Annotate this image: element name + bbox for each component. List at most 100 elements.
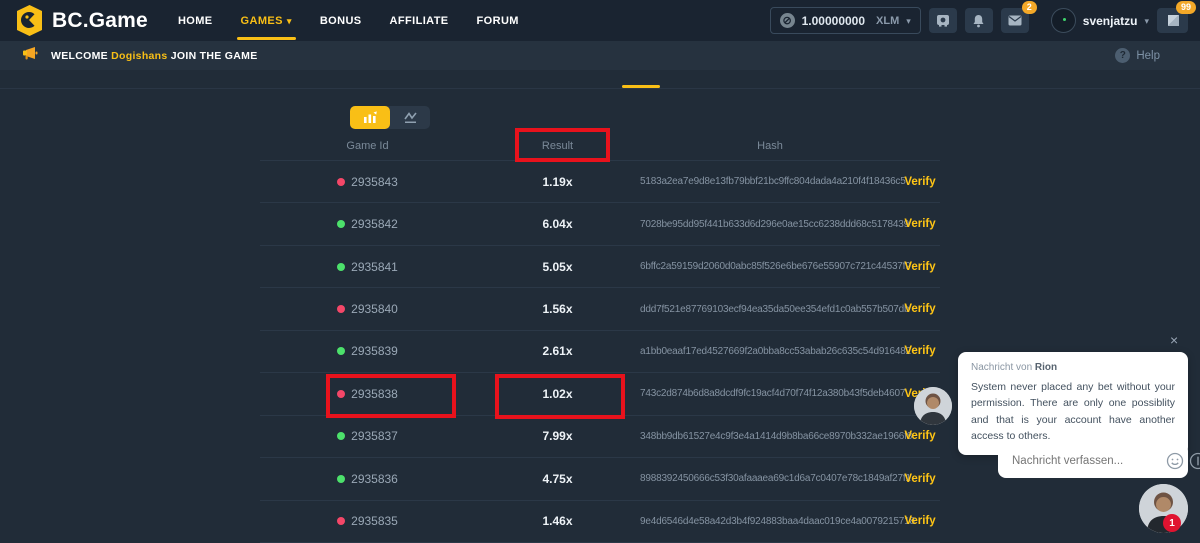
chevron-down-icon: ▾ xyxy=(1144,17,1149,26)
hash-value: 348bb9db61527e4c9f3e4a1414d9b8ba66ce8970… xyxy=(640,431,900,442)
welcome-text: WELCOME Dogishans JOIN THE GAME xyxy=(51,50,258,62)
result-value: 4.75x xyxy=(475,472,640,486)
vault-icon xyxy=(936,14,950,27)
game-id-cell: 2935839 xyxy=(260,344,475,358)
nav-item-affiliate[interactable]: AFFILIATE xyxy=(390,0,449,41)
mail-badge: 2 xyxy=(1022,1,1037,14)
chat-input-box xyxy=(998,443,1188,478)
table-row[interactable]: 2935843 1.19x 5183a2ea7e9d8e13fb79bbf21b… xyxy=(260,161,940,203)
hash-value: 6bffc2a59159d2060d0abc85f526e6be676e5590… xyxy=(640,261,900,272)
table-row[interactable]: 2935837 7.99x 348bb9db61527e4c9f3e4a1414… xyxy=(260,416,940,458)
trend-view-button[interactable] xyxy=(390,106,430,129)
messages-button[interactable]: 2 xyxy=(1001,8,1029,33)
col-header-hash: Hash xyxy=(640,140,900,152)
chat-message-input[interactable] xyxy=(1012,455,1166,467)
nav-item-bonus[interactable]: BONUS xyxy=(320,0,362,41)
table-header-row: Game Id Result Hash xyxy=(260,131,940,161)
hash-value: ddd7f521e87769103ecf94ea35da50ee354efd1c… xyxy=(640,304,900,315)
notifications-button[interactable] xyxy=(965,8,993,33)
table-row[interactable]: 2935841 5.05x 6bffc2a59159d2060d0abc85f5… xyxy=(260,246,940,288)
table-view-button[interactable] xyxy=(350,106,390,129)
user-avatar xyxy=(1051,8,1076,33)
game-id-value: 2935842 xyxy=(351,217,398,231)
sender-name: Rion xyxy=(1035,362,1057,373)
game-id-cell: 2935837 xyxy=(260,429,475,443)
game-id-value: 2935840 xyxy=(351,302,398,316)
hash-value: 9e4d6546d4e58a42d3b4f924883baa4daac019ce… xyxy=(640,516,900,527)
verify-link[interactable]: Verify xyxy=(900,218,940,230)
chat-bubble-icon xyxy=(1166,14,1180,27)
game-history-table: Game Id Result Hash 2935843 1.19x 5183a2… xyxy=(260,131,940,543)
table-row[interactable]: 2935838 1.02x 743c2d874b6d8a8dcdf9fc19ac… xyxy=(260,373,940,415)
table-row[interactable]: 2935840 1.56x ddd7f521e87769103ecf94ea35… xyxy=(260,288,940,330)
nav-item-games[interactable]: GAMES▾ xyxy=(241,0,292,41)
envelope-icon xyxy=(1008,15,1022,26)
header-right: ⊘ 1.00000000 XLM ▾ 2 xyxy=(770,7,1188,34)
help-button[interactable]: ? Help xyxy=(1115,48,1160,63)
verify-link[interactable]: Verify xyxy=(900,473,940,485)
status-dot xyxy=(337,475,345,483)
hash-value: 743c2d874b6d8a8dcdf9fc19acf4d70f74f12a38… xyxy=(640,388,900,399)
game-id-cell: 2935842 xyxy=(260,217,475,231)
result-value: 1.46x xyxy=(475,514,640,528)
nav-item-home[interactable]: HOME xyxy=(178,0,213,41)
verify-link[interactable]: Verify xyxy=(900,303,940,315)
balance-amount: 1.00000000 xyxy=(802,14,865,28)
bc-game-logo-icon xyxy=(16,5,43,36)
verify-link[interactable]: Verify xyxy=(900,261,940,273)
game-id-value: 2935836 xyxy=(351,472,398,486)
vault-button[interactable] xyxy=(929,8,957,33)
table-row[interactable]: 2935835 1.46x 9e4d6546d4e58a42d3b4f92488… xyxy=(260,501,940,543)
result-value: 1.19x xyxy=(475,175,640,189)
message-meta: Nachricht von Rion xyxy=(971,362,1175,373)
balance-selector[interactable]: ⊘ 1.00000000 XLM ▾ xyxy=(770,7,921,34)
result-value: 5.05x xyxy=(475,260,640,274)
game-id-value: 2935837 xyxy=(351,429,398,443)
bar-chart-icon xyxy=(363,111,378,124)
currency-label: XLM xyxy=(876,15,899,27)
chevron-down-icon: ▾ xyxy=(287,17,292,26)
close-icon[interactable]: × xyxy=(1170,333,1178,347)
emoji-icon[interactable] xyxy=(1166,452,1184,470)
unread-badge: 1 xyxy=(1163,514,1181,532)
verify-link[interactable]: Verify xyxy=(900,345,940,357)
table-row[interactable]: 2935836 4.75x 8988392450666c53f30afaaaea… xyxy=(260,458,940,500)
bc-game-logo[interactable]: BC.Game xyxy=(16,5,148,36)
chat-toggle-button[interactable]: 99 xyxy=(1157,8,1188,33)
sender-avatar xyxy=(914,387,952,425)
status-dot xyxy=(337,178,345,186)
status-dot xyxy=(337,305,345,313)
table-body: 2935843 1.19x 5183a2ea7e9d8e13fb79bbf21b… xyxy=(260,161,940,543)
main-nav: HOME GAMES▾ BONUS AFFILIATE FORUM xyxy=(178,0,519,41)
input-icons xyxy=(1166,452,1200,470)
result-value: 2.61x xyxy=(475,344,640,358)
xlm-coin-icon: ⊘ xyxy=(780,13,795,28)
status-dot xyxy=(337,517,345,525)
verify-link[interactable]: Verify xyxy=(900,430,940,442)
game-id-value: 2935843 xyxy=(351,175,398,189)
game-id-value: 2935835 xyxy=(351,514,398,528)
game-id-cell: 2935835 xyxy=(260,514,475,528)
nav-item-forum[interactable]: FORUM xyxy=(477,0,519,41)
chat-message-card: Nachricht von Rion System never placed a… xyxy=(958,352,1188,455)
game-id-value: 2935839 xyxy=(351,344,398,358)
hash-value: a1bb0eaaf17ed4527669f2a0bba8cc53abab26c6… xyxy=(640,346,900,357)
active-tab-indicator xyxy=(622,85,660,88)
chevron-down-icon: ▾ xyxy=(906,17,911,26)
hash-value: 5183a2ea7e9d8e13fb79bbf21bc9ffc804dada4a… xyxy=(640,176,900,187)
attachment-icon[interactable] xyxy=(1189,452,1200,470)
message-text: System never placed any bet without your… xyxy=(971,379,1175,444)
game-id-cell: 2935838 xyxy=(260,387,475,401)
status-dot xyxy=(337,347,345,355)
table-row[interactable]: 2935842 6.04x 7028be95dd95f441b633d6d296… xyxy=(260,203,940,245)
game-id-value: 2935838 xyxy=(351,387,398,401)
logo-text: BC.Game xyxy=(52,9,148,33)
welcome-username: Dogishans xyxy=(111,50,167,62)
col-header-game-id: Game Id xyxy=(260,140,475,152)
table-row[interactable]: 2935839 2.61x a1bb0eaaf17ed4527669f2a0bb… xyxy=(260,331,940,373)
game-id-value: 2935841 xyxy=(351,260,398,274)
verify-link[interactable]: Verify xyxy=(900,176,940,188)
result-value: 7.99x xyxy=(475,429,640,443)
profile-menu[interactable]: svenjatzu ▾ xyxy=(1051,8,1149,33)
verify-link[interactable]: Verify xyxy=(900,515,940,527)
